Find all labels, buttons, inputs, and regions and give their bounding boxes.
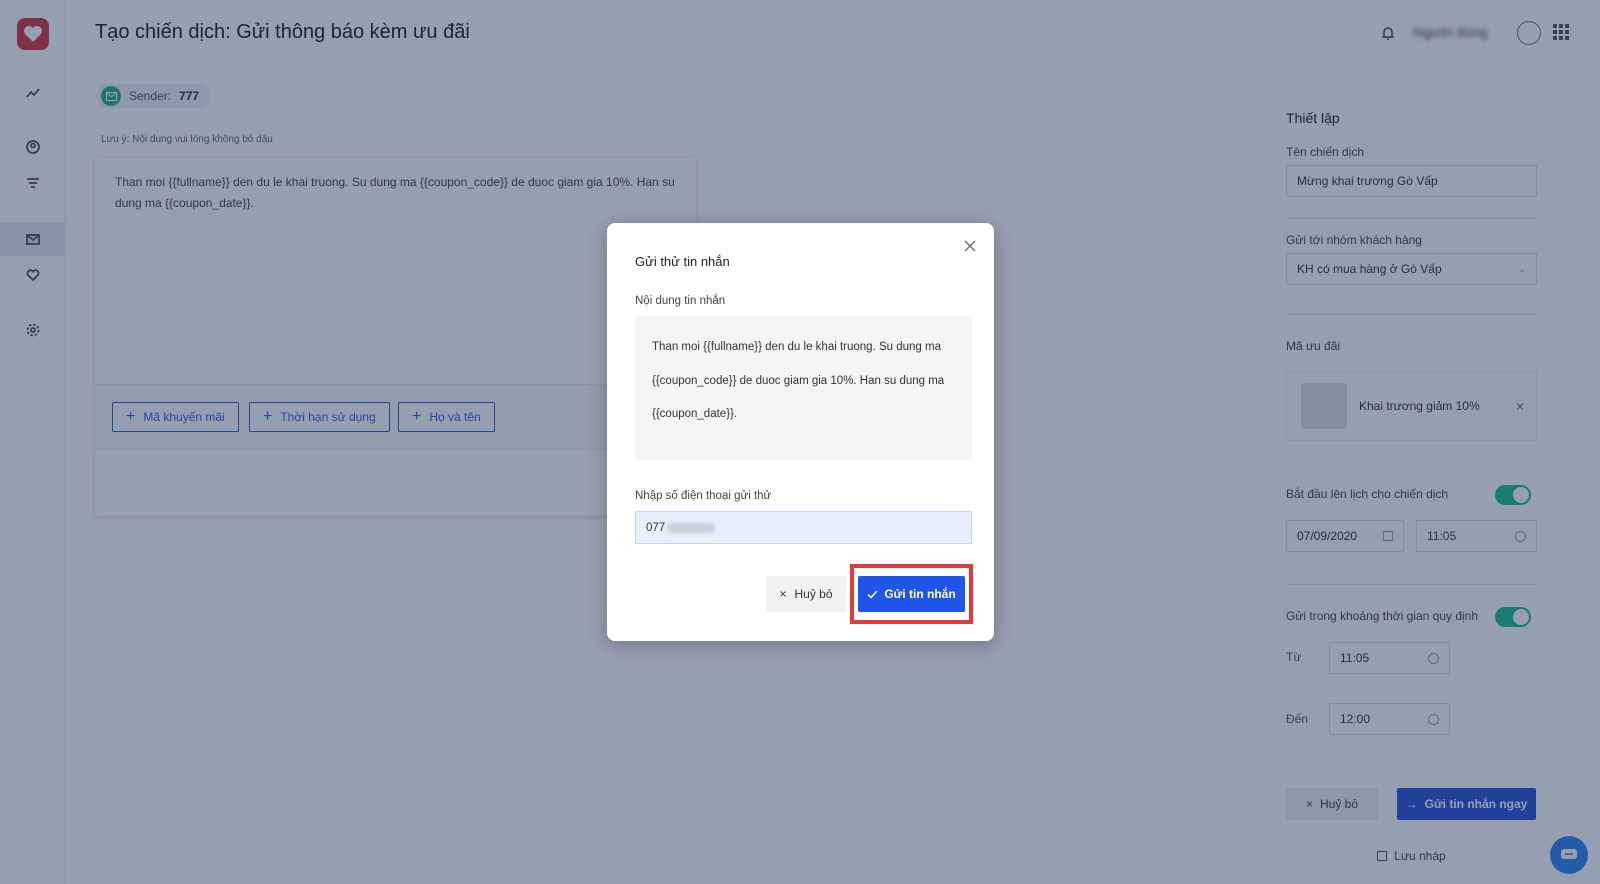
message-content-label: Nội dung tin nhắn xyxy=(635,295,726,307)
dialog-title: Gửi thử tin nhắn xyxy=(635,254,730,269)
message-preview-line: Than moi {{fullname}} den du le khai tru… xyxy=(652,341,941,353)
close-icon[interactable] xyxy=(963,239,977,253)
checkmark-icon xyxy=(867,589,878,599)
test-phone-value: 077 xyxy=(646,521,666,534)
send-test-message-label: Gửi tin nhắn xyxy=(884,587,956,601)
message-preview-line: {{coupon_code}} de duoc giam gia 10%. Ha… xyxy=(652,374,945,387)
test-phone-label: Nhập số điện thoại gửi thử xyxy=(635,490,772,502)
test-phone-input[interactable]: 077 xyxy=(635,511,972,544)
dialog-cancel-button[interactable]: × Huỷ bỏ xyxy=(766,576,846,612)
dialog-cancel-label: Huỷ bỏ xyxy=(794,587,833,601)
message-preview-line: {{coupon_date}}. xyxy=(652,408,738,420)
test-message-dialog: Gửi thử tin nhắn Nội dung tin nhắn Than … xyxy=(607,223,994,641)
redacted-digits xyxy=(667,522,716,533)
send-test-message-button[interactable]: Gửi tin nhắn xyxy=(858,576,965,612)
close-icon: × xyxy=(779,587,787,601)
message-preview-box: Than moi {{fullname}} den du le khai tru… xyxy=(635,316,972,460)
